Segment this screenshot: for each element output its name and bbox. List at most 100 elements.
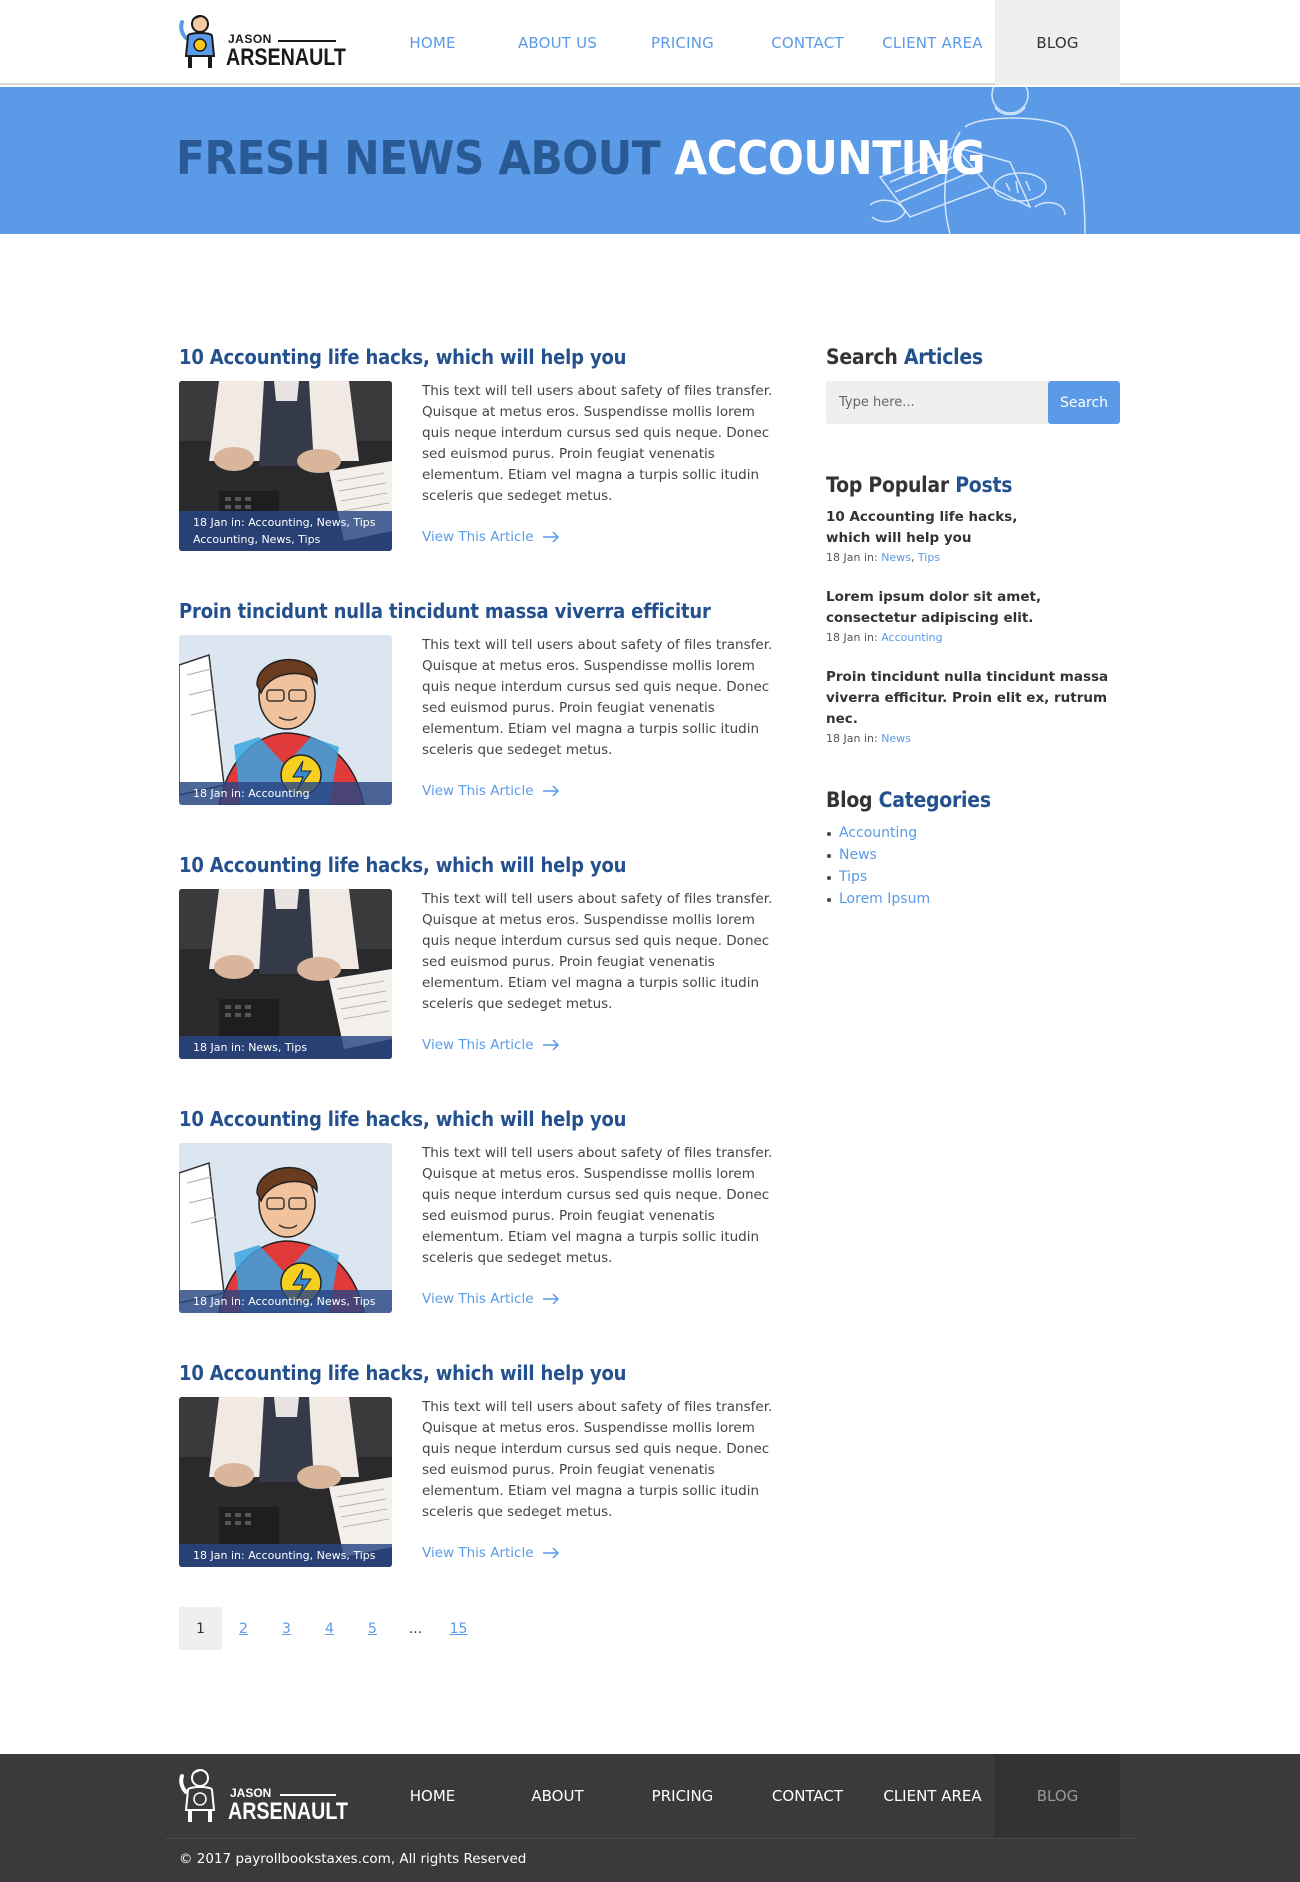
view-article-label: View This Article (422, 529, 534, 545)
category-item: Tips (826, 866, 1009, 888)
post-thumbnail[interactable]: 18 Jan in: News, Tips (179, 889, 392, 1059)
post-thumbnail[interactable]: 18 Jan in: Accounting, News, Tips Accoun… (179, 381, 392, 551)
post-tag-link[interactable]: Tips (353, 1295, 375, 1308)
popular-post-meta: 18 Jan in: Accounting (826, 629, 1126, 647)
post-meta-prefix: 18 Jan in: (193, 1549, 245, 1562)
footer-nav-pricing[interactable]: PRICING (620, 1754, 745, 1838)
post-card: 10 Accounting life hacks, which will hel… (179, 1107, 779, 1361)
view-article-link[interactable]: View This Article (422, 783, 560, 799)
post-title[interactable]: Proin tincidunt nulla tincidunt massa vi… (179, 599, 711, 623)
post-tag-link[interactable]: Tips (353, 516, 375, 529)
post-tag-link[interactable]: Accounting (248, 516, 309, 529)
popular-post-meta: 18 Jan in: News (826, 730, 1126, 748)
nav-home[interactable]: HOME (370, 0, 495, 85)
page-link[interactable]: 2 (222, 1607, 265, 1650)
logo-rule (278, 40, 336, 42)
search-heading-blue: Articles (903, 345, 983, 369)
post-tag-link[interactable]: Accounting (248, 1295, 309, 1308)
hero-title-dark: FRESH NEWS ABOUT (176, 131, 675, 185)
categories-heading: Blog Categories (826, 788, 991, 812)
post-list: 10 Accounting life hacks, which will hel… (179, 345, 779, 1615)
page-current[interactable]: 1 (179, 1607, 222, 1650)
post-tag-link[interactable]: News (261, 533, 291, 546)
page-link[interactable]: 5 (351, 1607, 394, 1650)
popular-post-title[interactable]: 10 Accounting life hacks, which will hel… (826, 507, 1046, 549)
nav-about-us[interactable]: ABOUT US (495, 0, 620, 85)
search-heading: Search Articles (826, 345, 1092, 369)
copyright: © 2017 payrollbookstaxes.com, All rights… (179, 1851, 527, 1867)
post-tag-link[interactable]: News (248, 1041, 278, 1054)
category-item: News (826, 844, 1009, 866)
view-article-link[interactable]: View This Article (422, 1037, 560, 1053)
post-tag-link[interactable]: News (317, 1549, 347, 1562)
footer-nav-about[interactable]: ABOUT (495, 1754, 620, 1838)
nav-contact[interactable]: CONTACT (745, 0, 870, 85)
post-title[interactable]: 10 Accounting life hacks, which will hel… (179, 853, 627, 877)
post-title[interactable]: 10 Accounting life hacks, which will hel… (179, 1361, 627, 1385)
site-logo[interactable]: JASON ARSENAULT (178, 12, 346, 72)
popular-post-title[interactable]: Proin tincidunt nulla tincidunt massa vi… (826, 667, 1126, 730)
nav-blog[interactable]: BLOG (995, 0, 1120, 85)
popular-heading-blue: Posts (955, 473, 1013, 497)
view-article-link[interactable]: View This Article (422, 529, 560, 545)
post-title[interactable]: 10 Accounting life hacks, which will hel… (179, 345, 627, 369)
post-tag-link[interactable]: News (317, 1295, 347, 1308)
accountant-desk-photo-icon (179, 889, 392, 1059)
post-tag-link[interactable]: Tips (353, 1549, 375, 1562)
footer-logo-text-last: ARSENAULT (228, 1798, 348, 1825)
footer-logo[interactable]: JASON ARSENAULT (178, 1766, 348, 1826)
post-tag-link[interactable]: Accounting (193, 533, 254, 546)
hero-title: FRESH NEWS ABOUT ACCOUNTING (176, 131, 986, 185)
category-link[interactable]: News (839, 847, 877, 863)
mascot-logo-icon (179, 15, 216, 68)
post-card: 10 Accounting life hacks, which will hel… (179, 1361, 779, 1615)
popular-tag-link[interactable]: Accounting (881, 631, 942, 644)
superhero-accountant-illustration-icon (179, 1143, 392, 1313)
popular-post-meta-prefix: 18 Jan in: (826, 732, 878, 745)
nav-client-area[interactable]: CLIENT AREA (870, 0, 995, 85)
footer-divider (165, 1838, 1135, 1839)
post-card: Proin tincidunt nulla tincidunt massa vi… (179, 599, 779, 853)
popular-tag-link[interactable]: News (881, 732, 911, 745)
popular-post-meta: 18 Jan in: News, Tips (826, 551, 941, 564)
categories-heading-dark: Blog (826, 788, 879, 812)
arrow-right-icon (542, 531, 559, 543)
footer-nav-contact[interactable]: CONTACT (745, 1754, 870, 1838)
popular-post-meta-prefix: 18 Jan in: (826, 631, 878, 644)
search-input[interactable] (826, 381, 1048, 424)
footer-nav-blog[interactable]: BLOG (995, 1754, 1120, 1838)
popular-tag-link[interactable]: News (881, 551, 911, 564)
post-title[interactable]: 10 Accounting life hacks, which will hel… (179, 1107, 627, 1131)
page-ellipsis: ... (408, 1620, 423, 1637)
category-list: Accounting News Tips Lorem Ipsum (826, 822, 1009, 910)
post-thumbnail[interactable]: 18 Jan in: Accounting, News, Tips (179, 1143, 392, 1313)
page-link[interactable]: 3 (265, 1607, 308, 1650)
search-button[interactable]: Search (1048, 381, 1120, 424)
page-link[interactable]: 15 (437, 1607, 480, 1650)
page-link[interactable]: 4 (308, 1607, 351, 1650)
footer-nav-client-area[interactable]: CLIENT AREA (870, 1754, 995, 1838)
post-thumbnail[interactable]: 18 Jan in: Accounting (179, 635, 392, 805)
category-link[interactable]: Accounting (839, 825, 917, 841)
popular-post-meta-prefix: 18 Jan in: (826, 551, 878, 564)
category-item: Lorem Ipsum (826, 888, 1009, 910)
post-thumbnail[interactable]: 18 Jan in: Accounting, News, Tips (179, 1397, 392, 1567)
view-article-link[interactable]: View This Article (422, 1291, 560, 1307)
post-tag-link[interactable]: Tips (285, 1041, 307, 1054)
post-tag-link[interactable]: News (317, 516, 347, 529)
popular-heading-dark: Top Popular (826, 473, 956, 497)
post-tag-link[interactable]: Accounting (248, 787, 309, 800)
category-link[interactable]: Tips (839, 869, 867, 885)
footer-nav-home[interactable]: HOME (370, 1754, 495, 1838)
popular-tag-link[interactable]: Tips (918, 551, 940, 564)
nav-pricing[interactable]: PRICING (620, 0, 745, 85)
category-link[interactable]: Lorem Ipsum (839, 891, 930, 907)
popular-post-title[interactable]: Lorem ipsum dolor sit amet, consectetur … (826, 587, 1116, 629)
post-meta: 18 Jan in: Accounting, News, Tips (179, 1544, 392, 1567)
hero-title-light: ACCOUNTING (674, 131, 986, 185)
view-article-link[interactable]: View This Article (422, 1545, 560, 1561)
pagination: 1 2 3 4 5 ... 15 (179, 1607, 480, 1650)
post-tag-link[interactable]: Tips (298, 533, 320, 546)
post-meta: 18 Jan in: Accounting, News, Tips (179, 1290, 392, 1313)
post-tag-link[interactable]: Accounting (248, 1549, 309, 1562)
